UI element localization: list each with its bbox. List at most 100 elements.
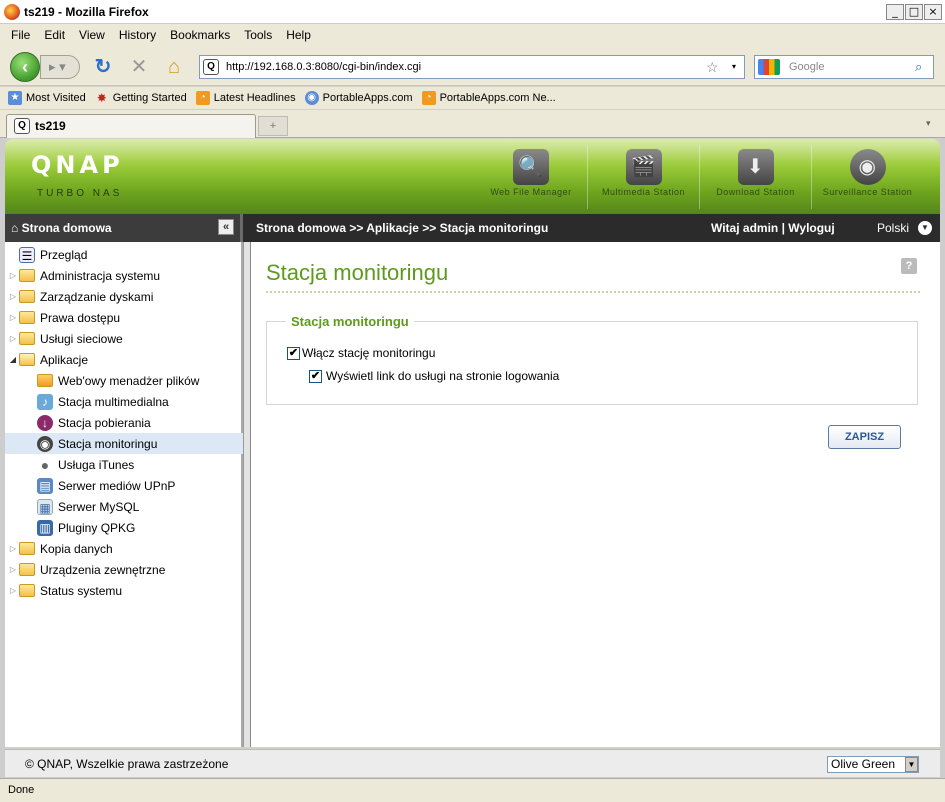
- logout-link[interactable]: Wyloguj: [788, 221, 834, 235]
- app-web-file-manager[interactable]: 🔍 Web File Manager: [475, 145, 587, 209]
- bookmark-label: Most Visited: [26, 92, 86, 104]
- app-label: Web File Manager: [490, 187, 572, 197]
- theme-dropdown-icon[interactable]: ▼: [905, 757, 918, 772]
- close-button[interactable]: ×: [924, 4, 942, 20]
- sidebar-item-label: Serwer mediów UPnP: [58, 478, 176, 493]
- menu-file[interactable]: File: [11, 28, 30, 42]
- folder-icon: [19, 584, 35, 597]
- language-dropdown-icon[interactable]: ▼: [918, 221, 932, 235]
- save-button[interactable]: ZAPISZ: [828, 425, 901, 449]
- bookmark-star-icon[interactable]: ☆: [706, 56, 719, 78]
- sidebar-item-kopia[interactable]: ▷ Kopia danych: [5, 538, 243, 559]
- search-engine-icon[interactable]: [758, 59, 780, 75]
- login-link-checkbox[interactable]: ✔: [309, 369, 322, 383]
- apple-icon: ●: [40, 456, 50, 473]
- menu-tools[interactable]: Tools: [244, 28, 272, 42]
- forward-button[interactable]: ▸ ▾: [40, 55, 80, 79]
- sidebar-item-qpkg[interactable]: ▥ Pluginy QPKG: [5, 517, 243, 538]
- firefox-small-icon: ✸: [96, 91, 107, 105]
- enable-checkbox[interactable]: ✔: [287, 346, 300, 360]
- search-input[interactable]: Google ⌕: [754, 55, 934, 79]
- sidebar-item-status[interactable]: ▷ Status systemu: [5, 580, 243, 601]
- title-divider: [266, 291, 920, 293]
- home-icon[interactable]: ⌂: [163, 56, 185, 78]
- turbo-nas-label: TURBO NAS: [37, 188, 123, 199]
- expand-icon[interactable]: ▷: [7, 586, 19, 595]
- tab-list-icon[interactable]: ▾: [926, 118, 931, 129]
- folder-icon: [19, 269, 35, 282]
- help-icon[interactable]: ?: [901, 258, 917, 274]
- bookmark-most-visited[interactable]: ★ Most Visited: [8, 91, 86, 105]
- back-button[interactable]: ‹: [10, 52, 40, 82]
- enable-checkbox-label[interactable]: Włącz stację monitoringu: [302, 346, 435, 360]
- sidebar-item-mysql[interactable]: ▦ Serwer MySQL: [5, 496, 243, 517]
- bookmark-portableapps[interactable]: ◉ PortableApps.com: [304, 91, 413, 105]
- bookmark-portableapps-news[interactable]: ◔ PortableApps.com Ne...: [421, 91, 556, 105]
- portableapps-icon: ◉: [304, 91, 319, 105]
- sidebar-item-uslugi[interactable]: ▷ Usługi sieciowe: [5, 328, 243, 349]
- sidebar-splitter[interactable]: [243, 242, 251, 747]
- menu-view[interactable]: View: [79, 28, 105, 42]
- upnp-icon: ▤: [37, 477, 53, 494]
- collapse-icon[interactable]: ◢: [7, 355, 19, 364]
- rss-icon: ◔: [195, 91, 210, 105]
- sidebar-home-link[interactable]: Strona domowa: [22, 221, 112, 235]
- url-dropdown-icon[interactable]: ▾: [732, 56, 736, 78]
- tab-ts219[interactable]: Q ts219: [6, 114, 256, 138]
- sidebar-item-label: Web'owy menadżer plików: [58, 373, 200, 388]
- sidebar-item-label: Pluginy QPKG: [58, 520, 136, 535]
- sidebar-item-itunes[interactable]: ● Usługa iTunes: [5, 454, 243, 475]
- expand-icon[interactable]: ▷: [7, 292, 19, 301]
- menu-bookmarks[interactable]: Bookmarks: [170, 28, 230, 42]
- new-tab-button[interactable]: +: [258, 116, 288, 136]
- sidebar-item-pobierania[interactable]: ↓ Stacja pobierania: [5, 412, 243, 433]
- stop-icon[interactable]: ✕: [128, 56, 150, 78]
- url-bar[interactable]: Q http://192.168.0.3:8080/cgi-bin/index.…: [199, 55, 745, 79]
- app-surveillance-station[interactable]: ◉ Surveillance Station: [811, 145, 923, 209]
- sidebar-item-multimedia[interactable]: ♪ Stacja multimedialna: [5, 391, 243, 412]
- sidebar-item-monitoringu[interactable]: ◉ Stacja monitoringu: [5, 433, 243, 454]
- app-download-station[interactable]: ⬇ Download Station: [699, 145, 811, 209]
- expand-icon[interactable]: ▷: [7, 565, 19, 574]
- qnap-banner: QNAP TURBO NAS 🔍 Web File Manager 🎬 Mult…: [5, 139, 940, 214]
- sidebar-item-aplikacje[interactable]: ◢ Aplikacje: [5, 349, 243, 370]
- sidebar-header: ⌂ Strona domowa «: [5, 214, 243, 242]
- camera-icon: ◉: [37, 435, 53, 452]
- file-manager-icon: [37, 374, 53, 387]
- enable-option: ✔ Włącz stację monitoringu: [287, 346, 435, 360]
- menu-help[interactable]: Help: [286, 28, 311, 42]
- sidebar-item-urzadzenia[interactable]: ▷ Urządzenia zewnętrzne: [5, 559, 243, 580]
- collapse-sidebar-icon[interactable]: «: [218, 219, 234, 235]
- menu-history[interactable]: History: [119, 28, 156, 42]
- maximize-button[interactable]: □: [905, 4, 923, 20]
- sidebar-item-label: Stacja monitoringu: [58, 436, 158, 451]
- bookmark-getting-started[interactable]: ✸ Getting Started: [95, 91, 187, 105]
- menu-bar: File Edit View History Bookmarks Tools H…: [0, 24, 945, 46]
- app-multimedia-station[interactable]: 🎬 Multimedia Station: [587, 145, 699, 209]
- sidebar-item-przeglad[interactable]: ☰ Przegląd: [5, 244, 243, 265]
- site-icon: Q: [203, 59, 219, 75]
- sidebar-item-upnp[interactable]: ▤ Serwer mediów UPnP: [5, 475, 243, 496]
- folder-icon: [19, 311, 35, 324]
- bookmark-latest-headlines[interactable]: ◔ Latest Headlines: [195, 91, 296, 105]
- search-placeholder: Google: [789, 61, 825, 73]
- sidebar-item-administracja[interactable]: ▷ Administracja systemu: [5, 265, 243, 286]
- sidebar-item-dyski[interactable]: ▷ Zarządzanie dyskami: [5, 286, 243, 307]
- login-link-checkbox-label[interactable]: Wyświetl link do usługi na stronie logow…: [326, 369, 559, 383]
- surveillance-station-icon: ◉: [849, 149, 886, 185]
- expand-icon[interactable]: ▷: [7, 313, 19, 322]
- bookmark-label: Getting Started: [112, 92, 187, 104]
- expand-icon[interactable]: ▷: [7, 334, 19, 343]
- page-title: Stacja monitoringu: [266, 260, 449, 285]
- minimize-button[interactable]: _: [886, 4, 904, 20]
- reload-icon[interactable]: ↻: [92, 56, 114, 78]
- language-selector[interactable]: Polski: [877, 214, 909, 242]
- expand-icon[interactable]: ▷: [7, 271, 19, 280]
- search-icon[interactable]: ⌕: [915, 56, 922, 78]
- sidebar-item-file-manager[interactable]: Web'owy menadżer plików: [5, 370, 243, 391]
- breadcrumb: Strona domowa >> Aplikacje >> Stacja mon…: [256, 221, 549, 235]
- sidebar-item-prawa[interactable]: ▷ Prawa dostępu: [5, 307, 243, 328]
- expand-icon[interactable]: ▷: [7, 544, 19, 553]
- bookmark-label: PortableApps.com: [322, 92, 413, 104]
- menu-edit[interactable]: Edit: [44, 28, 65, 42]
